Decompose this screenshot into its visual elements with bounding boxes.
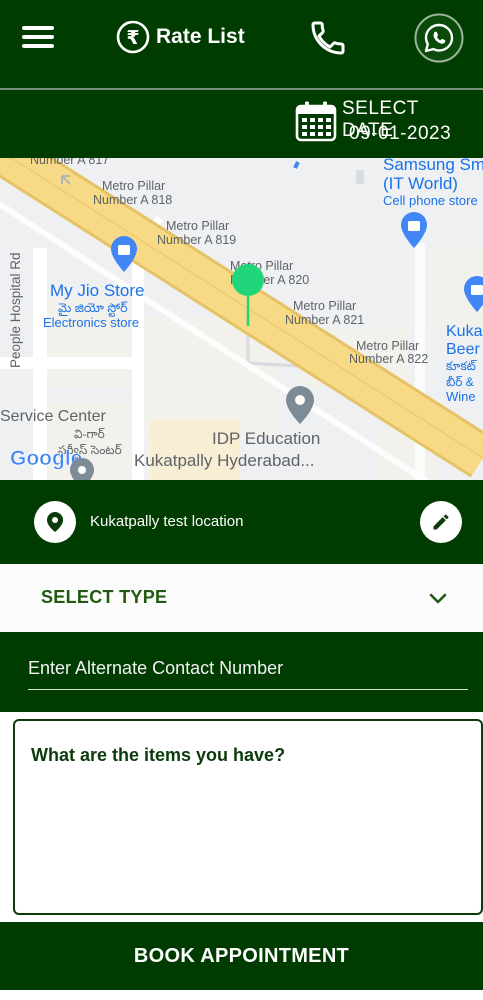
select-type-dropdown[interactable]: SELECT TYPE	[0, 564, 483, 632]
alt-contact-input[interactable]	[28, 654, 468, 690]
select-date-button[interactable]: SELECT DATE 09-01-2023	[292, 96, 472, 152]
map-label: Number A 819	[157, 233, 236, 247]
map-poi-label: Kukatpally Hyderabad...	[134, 451, 315, 470]
book-appointment-button[interactable]: BOOK APPOINTMENT	[0, 922, 483, 990]
rate-list-button[interactable]: ₹ Rate List	[116, 19, 245, 55]
map-poi-label: Kuka	[446, 323, 483, 340]
map-label: Metro Pillar	[166, 219, 229, 233]
map-road-label: People Hospital Rd	[8, 252, 23, 368]
pencil-edit-icon[interactable]	[420, 501, 462, 543]
items-textarea[interactable]	[31, 745, 461, 895]
chevron-down-icon	[429, 593, 447, 604]
map-label: Number A 821	[285, 313, 364, 327]
map-poi-label: బీర్ &	[446, 375, 474, 389]
map-poi-label: Samsung Sm	[383, 158, 483, 174]
calendar-icon	[295, 101, 337, 142]
svg-text:₹: ₹	[126, 27, 139, 49]
map-poi-label: IDP Education	[212, 429, 320, 448]
map-poi-label: Service Center	[0, 408, 106, 425]
location-pin-icon	[34, 501, 76, 543]
map-label: Metro Pillar	[293, 299, 356, 313]
alt-contact-section	[0, 632, 483, 712]
bottom-spacer	[0, 990, 483, 1000]
map-label: Number A 822	[349, 352, 428, 366]
map-label: Number A 818	[93, 193, 172, 207]
map-poi-label: Cell phone store	[383, 193, 478, 208]
whatsapp-icon[interactable]	[414, 13, 464, 63]
location-name: Kukatpally test location	[90, 513, 244, 530]
items-box	[13, 719, 483, 915]
app-header: ₹ Rate List	[0, 0, 483, 88]
page-title: Rate List	[156, 25, 245, 48]
hamburger-menu-icon[interactable]	[20, 22, 56, 52]
map-poi-label: (IT World)	[383, 174, 458, 193]
rupee-icon: ₹	[116, 20, 150, 54]
date-bar: SELECT DATE 09-01-2023	[0, 90, 483, 158]
map-label: Metro Pillar	[102, 179, 165, 193]
map-label: Metro Pillar	[356, 339, 419, 353]
phone-icon[interactable]	[308, 18, 348, 58]
map-poi-label: కూకట్	[446, 359, 478, 373]
map-poi-label: Electronics store	[43, 315, 139, 330]
location-map[interactable]: Number A 817 Metro Pillar Number A 818 M…	[0, 158, 483, 480]
map-label: Number A 817	[30, 158, 109, 167]
map-poi-label: Beer	[446, 341, 480, 358]
map-poi-label: వి-గార్	[74, 427, 105, 441]
map-poi-label: My Jio Store	[50, 281, 144, 300]
map-poi-label: Wine	[446, 389, 476, 404]
location-bar: Kukatpally test location	[0, 480, 483, 564]
select-type-label: SELECT TYPE	[41, 587, 168, 607]
selected-date-value: 09-01-2023	[349, 123, 452, 144]
